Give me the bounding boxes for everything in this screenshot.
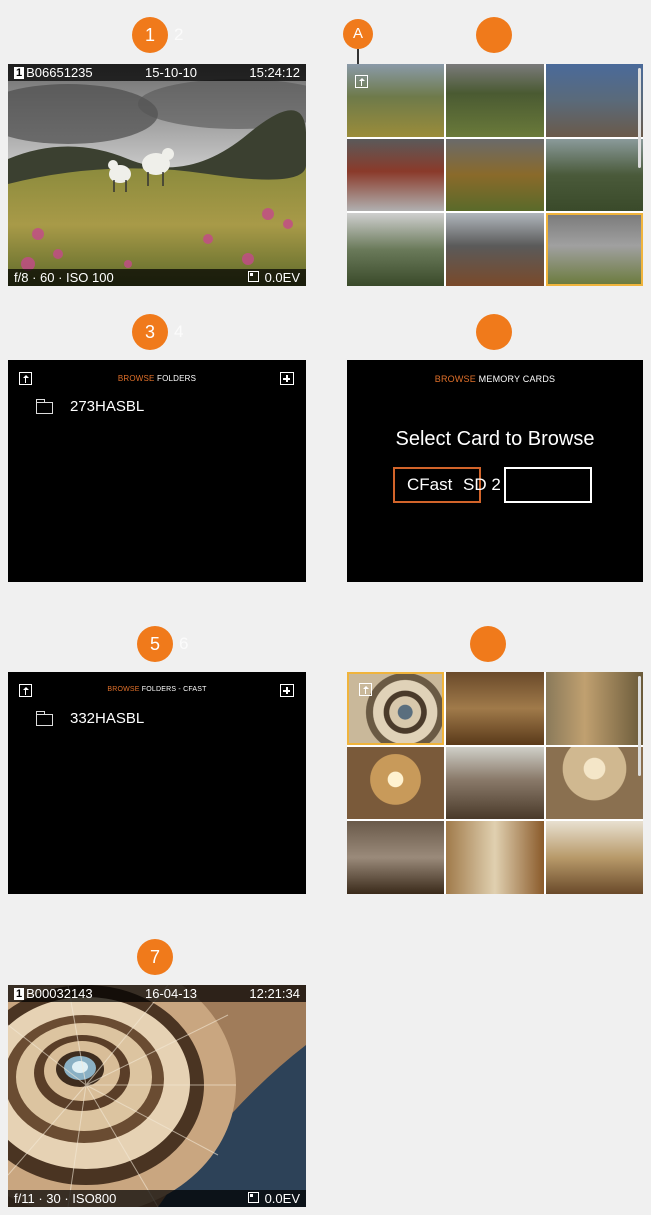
callout-a: A — [343, 19, 373, 49]
exposure-info: f/11 · 30 · ISO800 — [14, 1191, 117, 1206]
screen-2-thumbnail-grid[interactable] — [347, 64, 643, 286]
exposure-comp-icon — [247, 271, 259, 282]
exposure-info: f/8 · 60 · ISO 100 — [14, 270, 114, 285]
folder-icon — [35, 711, 53, 726]
ev-info: 0.0EV — [247, 1190, 300, 1207]
select-card-title: Select Card to Browse — [395, 428, 595, 450]
folder-item[interactable]: 273HASBL — [35, 398, 236, 418]
exposure-comp-icon — [247, 1192, 259, 1203]
ev-value: 0.0EV — [264, 270, 300, 285]
screen-5-browse-folders-cfast: BROWSE FOLDERS - CFAST 332HASBL — [8, 672, 306, 894]
step-2-badge — [476, 17, 512, 53]
thumbnail[interactable] — [446, 672, 544, 745]
scrollbar[interactable] — [638, 68, 641, 168]
step-5-badge: 5 — [137, 626, 173, 662]
step-2-label: 2 — [174, 25, 184, 44]
capture-time: 15:24:12 — [249, 65, 300, 80]
folder-name: 332HASBL — [70, 710, 145, 727]
card-button-sd2[interactable] — [504, 467, 592, 503]
thumbnail[interactable] — [446, 138, 544, 212]
step-6-badge — [470, 626, 506, 662]
image-info-top-bar: 1 B06651235 15-10-10 15:24:12 — [8, 64, 306, 81]
file-id: 1 B00032143 — [14, 985, 93, 1002]
header-text: FOLDERS - CFAST — [139, 686, 207, 693]
thumbnail[interactable] — [347, 821, 445, 894]
ev-info: 0.0EV — [247, 269, 300, 286]
folder-name: 273HASBL — [70, 398, 145, 415]
folder-item[interactable]: 332HASBL — [35, 710, 236, 730]
screen-1-image-view[interactable]: 1 B06651235 15-10-10 15:24:12 f/8 · 60 · … — [8, 64, 306, 286]
up-icon[interactable] — [359, 683, 372, 696]
card-label-sd2: SD 2 — [463, 475, 501, 494]
thumbnail[interactable] — [545, 138, 643, 212]
capture-time: 12:21:34 — [249, 986, 300, 1001]
landscape-sheep-photo — [8, 64, 306, 286]
image-info-bottom-bar: f/11 · 30 · ISO800 0.0EV — [8, 1190, 306, 1207]
new-folder-icon[interactable] — [280, 372, 294, 385]
screen-header: BROWSE FOLDERS — [8, 374, 306, 383]
header-accent: BROWSE — [434, 374, 476, 384]
thumbnail[interactable] — [446, 821, 544, 894]
file-name: B00032143 — [26, 986, 93, 1001]
thumbnail[interactable] — [545, 746, 643, 820]
image-info-top-bar: 1 B00032143 16-04-13 12:21:34 — [8, 985, 306, 1002]
thumbnail[interactable] — [446, 746, 544, 820]
step-4-badge — [476, 314, 512, 350]
file-id: 1 B06651235 — [14, 64, 93, 81]
header-accent: BROWSE — [117, 374, 155, 383]
header-accent: BROWSE — [107, 686, 140, 693]
step-3-badge: 3 — [132, 314, 168, 350]
card-slot-indicator: 1 — [14, 988, 25, 1000]
new-folder-icon[interactable] — [280, 684, 294, 697]
thumbnail[interactable] — [347, 138, 445, 212]
thumbnail[interactable] — [545, 64, 643, 137]
thumbnail[interactable] — [347, 213, 445, 286]
file-name: B06651235 — [26, 65, 93, 80]
screen-6-thumbnail-grid[interactable] — [347, 672, 643, 894]
step-4-label: 4 — [174, 322, 184, 341]
thumbnail[interactable] — [347, 746, 445, 820]
folder-icon — [35, 399, 53, 414]
scrollbar[interactable] — [638, 676, 641, 776]
screen-7-image-view[interactable]: 1 B00032143 16-04-13 12:21:34 f/11 · 30 ·… — [8, 985, 306, 1207]
capture-date: 16-04-13 — [144, 986, 198, 1001]
screen-header: BROWSE FOLDERS - CFAST — [8, 686, 306, 693]
card-slot-indicator: 1 — [14, 67, 25, 79]
image-info-bottom-bar: f/8 · 60 · ISO 100 0.0EV — [8, 269, 306, 286]
step-6-label: 6 — [179, 634, 189, 653]
ev-value: 0.0EV — [264, 1191, 300, 1206]
capture-date: 15-10-10 — [144, 65, 198, 80]
header-text: MEMORY CARDS — [475, 374, 556, 384]
card-label-cfast: CFast — [407, 475, 453, 494]
screen-4-browse-memory-cards: BROWSE MEMORY CARDS Select Card to Brows… — [347, 360, 643, 582]
header-text: FOLDERS — [154, 374, 197, 383]
screen-3-browse-folders: BROWSE FOLDERS 273HASBL — [8, 360, 306, 582]
step-7-badge: 7 — [137, 939, 173, 975]
thumbnail[interactable] — [446, 213, 544, 286]
up-icon[interactable] — [355, 75, 368, 88]
thumbnail-selected[interactable] — [545, 213, 643, 286]
spiral-staircase-photo — [8, 985, 306, 1207]
screen-header: BROWSE MEMORY CARDS — [347, 374, 643, 384]
thumbnail[interactable] — [545, 672, 643, 745]
thumbnail[interactable] — [446, 64, 544, 137]
step-1-badge: 1 — [132, 17, 168, 53]
thumbnail[interactable] — [545, 821, 643, 894]
